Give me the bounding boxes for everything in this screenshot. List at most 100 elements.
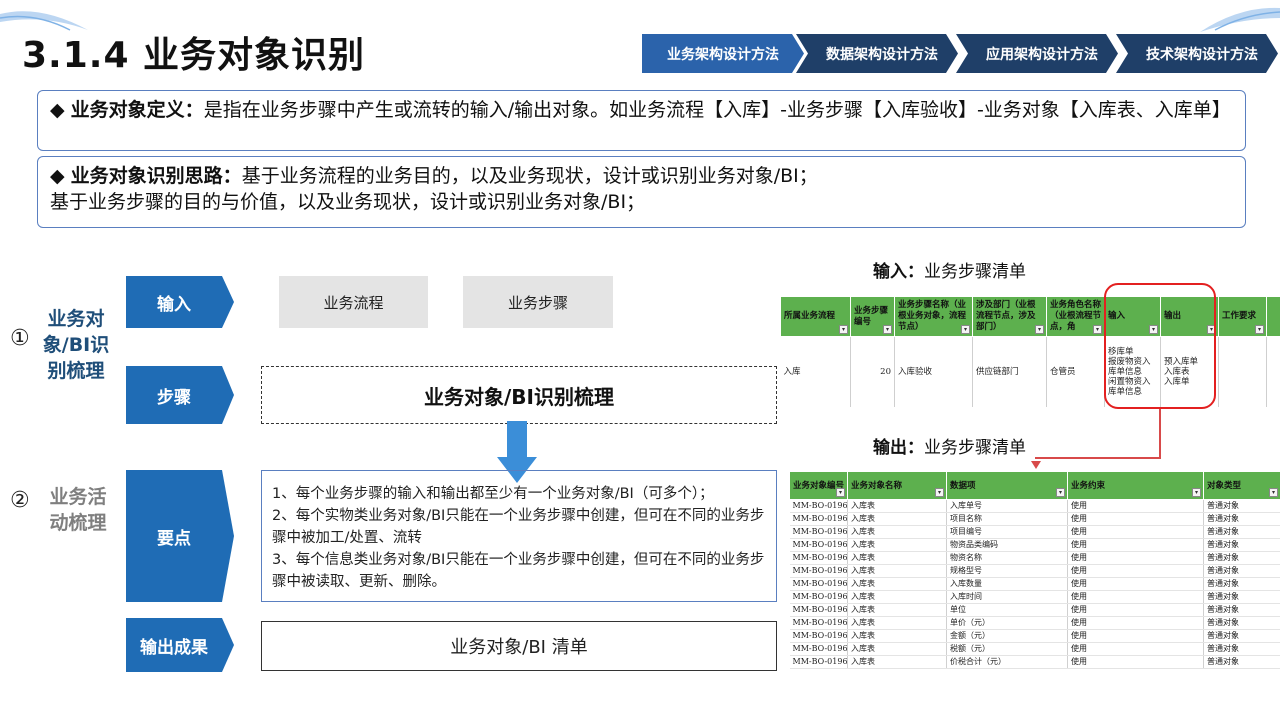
table-cell: 普通对象 [1203,499,1280,513]
filter-dropdown-icon[interactable]: ▾ [935,488,944,497]
connector-arrow-icon [1031,461,1041,469]
table-cell: 普通对象 [1203,538,1280,552]
table-cell: 使用 [1067,512,1204,526]
table-cell: 入库时间 [946,590,1068,604]
input-section-label: 输入： [873,262,924,282]
table-cell: MM-BO-0196 [789,512,848,526]
table-cell: MM-BO-0196 [789,603,848,617]
filter-dropdown-icon[interactable]: ▾ [1093,325,1102,334]
table-cell: 物资品类编码 [946,538,1068,552]
table-cell: 普通对象 [1203,551,1280,565]
table-cell: 使用 [1067,603,1204,617]
table-cell: 普通对象 [1203,525,1280,539]
filter-dropdown-icon[interactable]: ▾ [839,325,848,334]
table-row: MM-BO-0196 入库表 入库时间 使用 普通对象 [789,590,1280,604]
definition-bullet: ◆ [50,99,65,121]
cell-dept: 供应链部门 [972,336,1047,407]
table-cell: 普通对象 [1203,655,1280,669]
table-cell: 普通对象 [1203,564,1280,578]
approach-line2: 基于业务步骤的目的与价值，以及业务现状，设计或识别业务对象/BI； [50,191,646,213]
cell-step-name: 入库验收 [894,336,973,407]
key-points-box: 1、每个业务步骤的输入和输出都至少有一个业务对象/BI（可多个）； 2、每个实物… [261,470,777,602]
table-cell: MM-BO-0196 [789,590,848,604]
key-point-1: 1、每个业务步骤的输入和输出都至少有一个业务对象/BI（可多个）； [272,486,714,502]
table-cell: 普通对象 [1203,603,1280,617]
filter-dropdown-icon[interactable]: ▾ [961,325,970,334]
approach-box: ◆ 业务对象识别思路：基于业务流程的业务目的，以及业务现状，设计或识别业务对象/… [37,156,1246,228]
methodology-nav: 业务架构设计方法 数据架构设计方法 应用架构设计方法 技术架构设计方法 [642,34,1278,73]
output-box: 业务对象/BI 清单 [261,621,777,671]
nav-application-architecture[interactable]: 应用架构设计方法 [956,34,1118,73]
table-cell: MM-BO-0196 [789,525,848,539]
nav-data-architecture[interactable]: 数据架构设计方法 [796,34,958,73]
output-table-header[interactable]: 数据项 ▾ [946,471,1068,500]
filter-dropdown-icon[interactable]: ▾ [1056,488,1065,497]
input-business-process: 业务流程 [279,276,428,328]
table-row: MM-BO-0196 入库表 物资名称 使用 普通对象 [789,551,1280,565]
input-table-header[interactable]: 涉及部门（业根流程节点，涉及部门） ▾ [972,296,1047,337]
table-cell: 入库表 [847,499,947,513]
table-row: MM-BO-0196 入库表 价税合计（元） 使用 普通对象 [789,655,1280,669]
approach-bullet: ◆ [50,165,65,187]
input-section-heading: 输入：业务步骤清单 [873,257,1026,282]
output-table-header[interactable]: 对象类型 ▾ [1203,471,1280,500]
table-cell: 入库数量 [946,577,1068,591]
filter-dropdown-icon[interactable]: ▾ [836,488,845,497]
step2-number: ② [10,488,30,513]
table-cell: 普通对象 [1203,616,1280,630]
filter-dropdown-icon[interactable]: ▾ [1269,488,1278,497]
output-section-text: 业务步骤清单 [924,438,1026,458]
tag-key-points: 要点 [126,470,234,602]
output-table-header[interactable]: 业务对象名称 ▾ [847,471,947,500]
step1-number: ① [10,326,30,351]
input-table-header[interactable] [1266,296,1280,337]
table-cell: MM-BO-0196 [789,616,848,630]
table-cell: 使用 [1067,564,1204,578]
output-table-header[interactable]: 业务对象编号 ▾ [789,471,848,500]
table-cell: 入库表 [847,564,947,578]
input-table-header[interactable]: 工作要求 ▾ [1218,296,1267,337]
table-cell: 单位 [946,603,1068,617]
table-cell: 税额（元） [946,642,1068,656]
table-row: MM-BO-0196 入库表 入库单号 使用 普通对象 [789,499,1280,513]
filter-dropdown-icon[interactable]: ▾ [883,325,892,334]
connector-line [1159,409,1161,457]
table-cell: MM-BO-0196 [789,538,848,552]
filter-dropdown-icon[interactable]: ▾ [1192,488,1201,497]
step-box: 业务对象/BI识别梳理 [261,366,777,424]
output-table-header[interactable]: 业务约束 ▾ [1067,471,1204,500]
table-cell: 普通对象 [1203,642,1280,656]
key-point-3: 3、每个信息类业务对象/BI只能在一个业务步骤中创建，但可在不同的业务步骤中被读… [272,552,765,590]
filter-dropdown-icon[interactable]: ▾ [1035,325,1044,334]
table-row: MM-BO-0196 入库表 项目编号 使用 普通对象 [789,525,1280,539]
table-cell: MM-BO-0196 [789,564,848,578]
table-cell: 使用 [1067,616,1204,630]
table-row: MM-BO-0196 入库表 税额（元） 使用 普通对象 [789,642,1280,656]
output-section-label: 输出： [873,438,924,458]
table-row: MM-BO-0196 入库表 项目名称 使用 普通对象 [789,512,1280,526]
input-table-header[interactable]: 所属业务流程 ▾ [780,296,851,337]
table-cell: 入库表 [847,616,947,630]
table-cell: 单价（元） [946,616,1068,630]
input-business-step: 业务步骤 [463,276,613,328]
input-table-header[interactable]: 业务步骤编号 ▾ [850,296,895,337]
cell-role: 仓管员 [1046,336,1105,407]
table-cell: 使用 [1067,525,1204,539]
input-table-header[interactable]: 业务步骤名称（业根业务对象，流程节点） ▾ [894,296,973,337]
page-title: 3.1.4 业务对象识别 [22,35,366,76]
input-table-header[interactable]: 业务角色名称（业根流程节点，角 ▾ [1046,296,1105,337]
table-cell: 入库表 [847,577,947,591]
table-cell: MM-BO-0196 [789,499,848,513]
filter-dropdown-icon[interactable]: ▾ [1255,325,1264,334]
table-cell: 使用 [1067,577,1204,591]
input-section-text: 业务步骤清单 [924,262,1026,282]
table-cell: 使用 [1067,629,1204,643]
cell-process: 入库 [780,336,851,407]
table-cell: 普通对象 [1203,590,1280,604]
table-cell: 入库表 [847,551,947,565]
table-cell: MM-BO-0196 [789,551,848,565]
step2-label: 业务活动梳理 [49,486,107,534]
nav-technology-architecture[interactable]: 技术架构设计方法 [1116,34,1278,73]
approach-label: 业务对象识别思路： [70,165,242,187]
nav-business-architecture[interactable]: 业务架构设计方法 [642,34,804,73]
